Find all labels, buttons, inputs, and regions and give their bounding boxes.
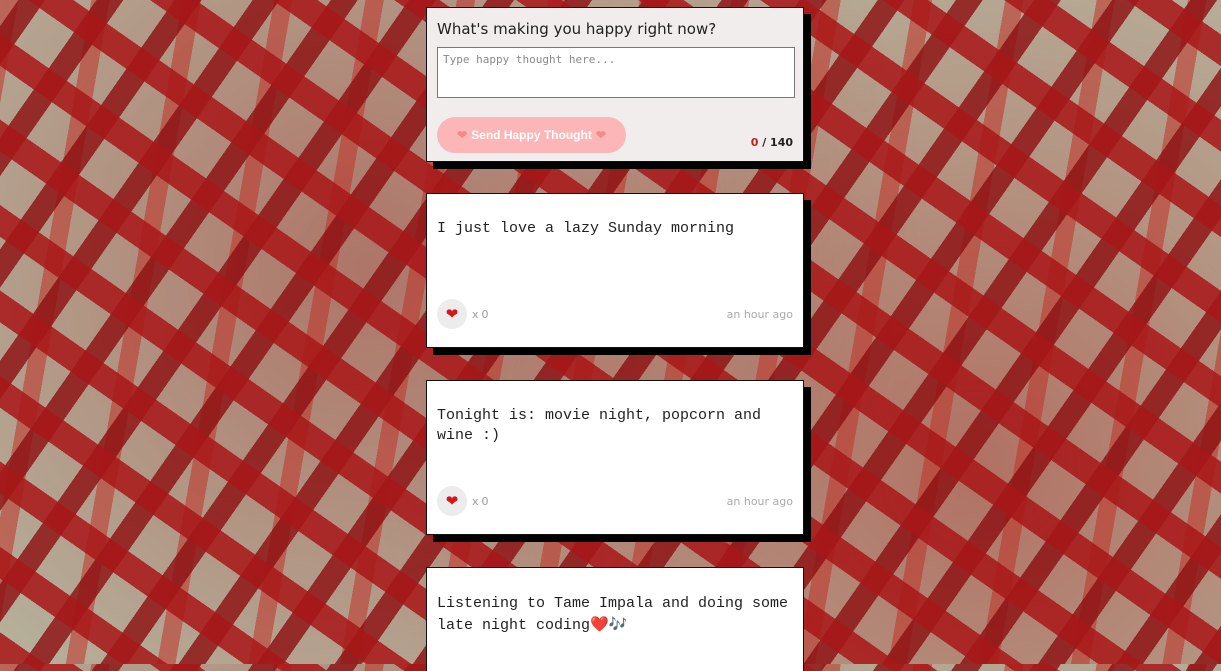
heart-icon: ❤	[445, 305, 459, 323]
send-button-label: Send Happy Thought	[471, 128, 592, 142]
happy-thought-form: What's making you happy right now? ❤ Sen…	[426, 7, 804, 162]
heart-music-emoji: ❤️🎶	[590, 617, 628, 634]
thought-timestamp: an hour ago	[726, 308, 793, 321]
like-count-value: 0	[481, 308, 489, 321]
character-count-current: 0	[750, 136, 759, 149]
like-count: x0	[472, 495, 489, 508]
form-question: What's making you happy right now?	[437, 20, 717, 38]
like-count-value: 0	[481, 495, 489, 508]
thought-footer: ❤ x0 an hour ago	[437, 299, 793, 329]
thought-footer: ❤ x0 an hour ago	[437, 486, 793, 516]
thought-text: I just love a lazy Sunday morning	[437, 220, 735, 237]
thought-card: Listening to Tame Impala and doing some …	[426, 567, 804, 671]
thought-card: Tonight is: movie night, popcorn and win…	[426, 380, 804, 535]
like-button[interactable]: ❤	[437, 486, 467, 516]
thought-card: I just love a lazy Sunday morning ❤ x0 a…	[426, 193, 804, 348]
heart-icon: ❤	[595, 128, 606, 142]
like-count-prefix: x	[472, 308, 479, 321]
character-counter: 0 / 140	[751, 136, 793, 149]
thought-text: Tonight is: movie night, popcorn and win…	[437, 407, 762, 444]
thought-text: Listening to Tame Impala and doing some …	[437, 593, 793, 637]
send-thought-button[interactable]: ❤ Send Happy Thought ❤	[437, 117, 626, 153]
heart-icon: ❤	[445, 492, 459, 510]
like-count: x0	[472, 308, 489, 321]
form-footer: ❤ Send Happy Thought ❤ 0 / 140	[437, 117, 793, 153]
like-button[interactable]: ❤	[437, 299, 467, 329]
thought-timestamp: an hour ago	[726, 495, 793, 508]
like-count-prefix: x	[472, 495, 479, 508]
character-count-max: / 140	[762, 136, 793, 149]
heart-icon: ❤	[457, 128, 468, 142]
thought-input[interactable]	[437, 47, 795, 98]
